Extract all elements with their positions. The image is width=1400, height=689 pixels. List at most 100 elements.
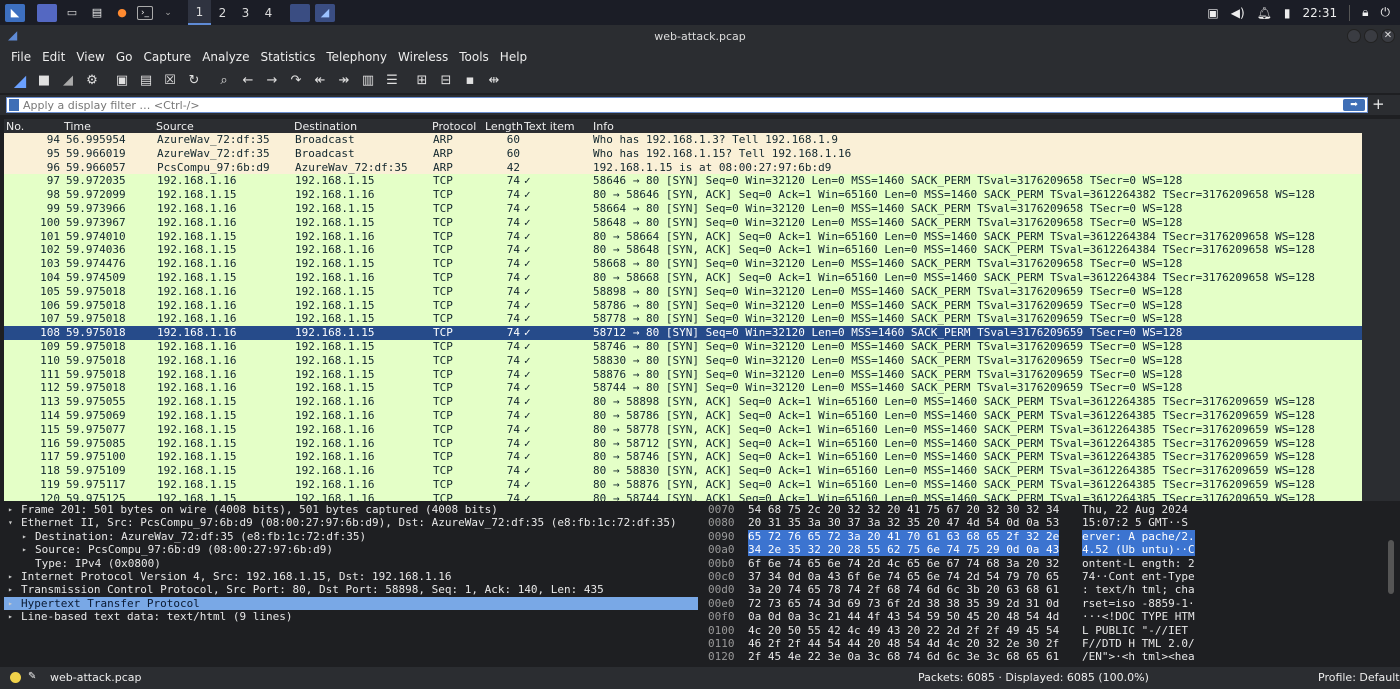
- table-row[interactable]: 116 59.975085 192.168.1.15 192.168.1.16 TCP 7…: [4, 436, 1362, 451]
- last-packet-icon[interactable]: ↠: [334, 70, 354, 90]
- collapsed-arrow-icon[interactable]: ▸: [22, 530, 27, 543]
- menu-tools[interactable]: Tools: [454, 50, 494, 64]
- bytes-row[interactable]: 0130 64 3e 0a 3c 74 69 74 6c 65 3e 34 30 …: [704, 664, 1386, 665]
- bytes-row[interactable]: 0070 54 68 75 2c 20 32 32 20 41 75 67 20 …: [704, 503, 1386, 516]
- bytes-row[interactable]: 0120 2f 45 4e 22 3e 0a 3c 68 74 6d 6c 3e …: [704, 650, 1386, 663]
- menu-file[interactable]: File: [6, 50, 36, 64]
- workspace-2[interactable]: 2: [211, 0, 234, 25]
- go-to-packet-icon[interactable]: ↷: [286, 70, 306, 90]
- menu-capture[interactable]: Capture: [138, 50, 196, 64]
- table-row[interactable]: 115 59.975077 192.168.1.15 192.168.1.16 TCP 7…: [4, 422, 1362, 437]
- menu-help[interactable]: Help: [495, 50, 532, 64]
- bytes-scrollbar[interactable]: [1388, 540, 1394, 594]
- volume-icon[interactable]: ◀): [1231, 6, 1245, 20]
- bytes-row[interactable]: 00d0 3a 20 74 65 78 74 2f 68 74 6d 6c 3b …: [704, 583, 1386, 596]
- table-row[interactable]: 105 59.975018 192.168.1.16 192.168.1.15 TCP 7…: [4, 284, 1362, 299]
- collapsed-arrow-icon[interactable]: ▸: [8, 597, 13, 610]
- table-row[interactable]: 118 59.975109 192.168.1.15 192.168.1.16 TCP 7…: [4, 464, 1362, 478]
- window-thumbnail-icon[interactable]: [290, 3, 310, 22]
- packet-list-scrollbar[interactable]: [1362, 119, 1400, 501]
- bytes-row[interactable]: 0110 46 2f 2f 44 54 44 20 48 54 4d 4c 20 …: [704, 637, 1386, 650]
- detail-tree-item[interactable]: ▸ Frame 201: 501 bytes on wire (4008 bits…: [4, 503, 698, 516]
- menu-go[interactable]: Go: [111, 50, 138, 64]
- first-packet-icon[interactable]: ↞: [310, 70, 330, 90]
- start-capture-icon[interactable]: ◢: [10, 70, 30, 90]
- table-row[interactable]: 110 59.975018 192.168.1.16 192.168.1.15 TCP 7…: [4, 353, 1362, 368]
- edit-comment-icon[interactable]: ✎: [28, 671, 36, 682]
- col-source[interactable]: Source: [156, 120, 194, 133]
- table-row[interactable]: 107 59.975018 192.168.1.16 192.168.1.15 TCP 7…: [4, 312, 1362, 327]
- stop-capture-icon[interactable]: ■: [34, 70, 54, 90]
- col-length[interactable]: Length: [485, 120, 523, 133]
- add-filter-button-icon[interactable]: +: [1372, 95, 1385, 113]
- packet-bytes-pane[interactable]: 0070 54 68 75 2c 20 32 32 20 41 75 67 20 …: [704, 503, 1386, 665]
- bookmark-icon[interactable]: [9, 99, 19, 111]
- table-row[interactable]: 101 59.974010 192.168.1.15 192.168.1.16 TCP 7…: [4, 229, 1362, 244]
- terminal-launcher-icon[interactable]: [37, 3, 57, 22]
- detail-tree-item[interactable]: ▸ Internet Protocol Version 4, Src: 192.1…: [4, 570, 698, 583]
- collapsed-arrow-icon[interactable]: ▸: [8, 583, 13, 596]
- detail-tree-item[interactable]: ▸ Source: PcsCompu_97:6b:d9 (08:00:27:97:…: [4, 543, 698, 556]
- collapsed-arrow-icon[interactable]: ▸: [8, 610, 13, 623]
- detail-tree-item[interactable]: Type: IPv4 (0x0800): [4, 557, 698, 570]
- table-row[interactable]: 103 59.974476 192.168.1.16 192.168.1.15 TCP 7…: [4, 257, 1362, 271]
- bytes-row[interactable]: 00f0 0a 0d 0a 3c 21 44 4f 43 54 59 50 45 …: [704, 610, 1386, 623]
- capture-status-icon[interactable]: [10, 672, 21, 683]
- menu-analyze[interactable]: Analyze: [197, 50, 254, 64]
- bytes-row[interactable]: 00e0 72 73 65 74 3d 69 73 6f 2d 38 38 35 …: [704, 597, 1386, 610]
- col-text-item[interactable]: Text item: [524, 120, 575, 133]
- expanded-arrow-icon[interactable]: ▾: [8, 516, 13, 529]
- detail-tree-item[interactable]: ▾ Ethernet II, Src: PcsCompu_97:6b:d9 (08…: [4, 516, 698, 529]
- table-row[interactable]: 114 59.975069 192.168.1.15 192.168.1.16 TCP 7…: [4, 408, 1362, 423]
- menu-wireless[interactable]: Wireless: [393, 50, 453, 64]
- chevron-down-icon[interactable]: ⌄: [158, 4, 178, 22]
- table-row[interactable]: 104 59.974509 192.168.1.15 192.168.1.16 TCP 7…: [4, 270, 1362, 285]
- bytes-row[interactable]: 0080 20 31 35 3a 30 37 3a 32 35 20 47 4d …: [704, 516, 1386, 529]
- power-icon[interactable]: ⏻: [1381, 5, 1391, 20]
- table-row[interactable]: 98 59.972099 192.168.1.15 192.168.1.16 TCP 74…: [4, 188, 1362, 202]
- table-row[interactable]: 112 59.975018 192.168.1.16 192.168.1.15 TCP 7…: [4, 381, 1362, 396]
- close-file-icon[interactable]: ☒: [160, 70, 180, 90]
- status-profile[interactable]: Profile: Default: [1318, 671, 1400, 684]
- table-row[interactable]: 108 59.975018 192.168.1.16 192.168.1.15 TCP 7…: [4, 326, 1362, 340]
- bytes-row[interactable]: 00c0 37 34 0d 0a 43 6f 6e 74 65 6e 74 2d …: [704, 570, 1386, 583]
- resize-columns-icon[interactable]: ⇹: [484, 70, 504, 90]
- table-row[interactable]: 94 56.995954 AzureWav_72:df:35 Broadcast ARP…: [4, 133, 1362, 147]
- packet-details-pane[interactable]: ▸ Frame 201: 501 bytes on wire (4008 bits…: [4, 503, 698, 665]
- collapsed-arrow-icon[interactable]: ▸: [22, 543, 27, 556]
- collapsed-arrow-icon[interactable]: ▸: [8, 570, 13, 583]
- restart-capture-icon[interactable]: ◢: [58, 70, 78, 90]
- battery-icon[interactable]: ▮: [1284, 6, 1291, 20]
- col-protocol[interactable]: Protocol: [432, 120, 476, 133]
- detail-tree-item[interactable]: ▸ Destination: AzureWav_72:df:35 (e8:fb:1…: [4, 530, 698, 543]
- reload-file-icon[interactable]: ↻: [184, 70, 204, 90]
- close-button[interactable]: ✕: [1381, 29, 1395, 43]
- col-info[interactable]: Info: [593, 120, 614, 133]
- menu-edit[interactable]: Edit: [37, 50, 70, 64]
- menu-view[interactable]: View: [71, 50, 109, 64]
- kali-menu-icon[interactable]: ◣: [5, 3, 25, 22]
- go-back-icon[interactable]: ←: [238, 70, 258, 90]
- col-destination[interactable]: Destination: [294, 120, 357, 133]
- screen-icon[interactable]: ▣: [1207, 6, 1218, 20]
- table-row[interactable]: 97 59.972035 192.168.1.16 192.168.1.15 TCP 74…: [4, 174, 1362, 189]
- table-row[interactable]: 113 59.975055 192.168.1.15 192.168.1.16 TCP 7…: [4, 395, 1362, 409]
- bytes-row[interactable]: 0100 4c 20 50 55 42 4c 49 43 20 22 2d 2f …: [704, 624, 1386, 637]
- save-file-icon[interactable]: ▤: [136, 70, 156, 90]
- auto-scroll-icon[interactable]: ▥: [358, 70, 378, 90]
- table-row[interactable]: 99 59.973966 192.168.1.16 192.168.1.15 TCP 74…: [4, 201, 1362, 216]
- table-row[interactable]: 106 59.975018 192.168.1.16 192.168.1.15 TCP 7…: [4, 298, 1362, 313]
- detail-tree-item[interactable]: ▸ Transmission Control Protocol, Src Port…: [4, 583, 698, 596]
- table-row[interactable]: 95 59.966019 AzureWav_72:df:35 Broadcast ARP…: [4, 146, 1362, 161]
- workspace-1[interactable]: 1: [188, 0, 211, 25]
- table-row[interactable]: 117 59.975100 192.168.1.15 192.168.1.16 TCP 7…: [4, 450, 1362, 465]
- find-packet-icon[interactable]: ⌕: [214, 70, 234, 90]
- zoom-out-icon[interactable]: ⊟: [436, 70, 456, 90]
- terminal-icon[interactable]: ›_: [137, 5, 153, 20]
- display-filter-input[interactable]: [23, 98, 1323, 112]
- detail-tree-item[interactable]: ▸ Line-based text data: text/html (9 line…: [4, 610, 698, 623]
- collapsed-arrow-icon[interactable]: ▸: [8, 503, 13, 516]
- table-row[interactable]: 120 59.975125 192.168.1.15 192.168.1.16 TCP 7…: [4, 491, 1362, 501]
- lock-icon[interactable]: 🔒︎: [1362, 5, 1368, 20]
- workspace-3[interactable]: 3: [234, 0, 257, 25]
